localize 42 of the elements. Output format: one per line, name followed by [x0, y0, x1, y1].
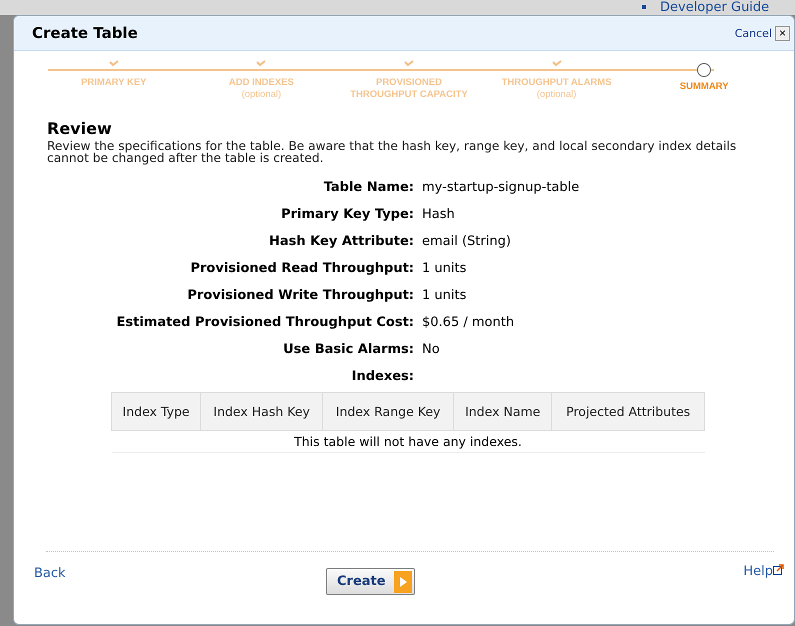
- step-note: (optional): [242, 89, 282, 100]
- column-header: Index Range Key: [322, 392, 454, 430]
- check-icon: [108, 60, 119, 66]
- field-label: Estimated Provisioned Throughput Cost:: [115, 315, 415, 330]
- field-label: Use Basic Alarms:: [282, 342, 415, 357]
- step-label: PROVISIONED THROUGHPUT CAPACITY: [349, 77, 469, 101]
- field-label: Primary Key Type:: [280, 207, 415, 222]
- column-header: Projected Attributes: [552, 392, 704, 430]
- field-value: my-startup-signup-table: [422, 180, 580, 195]
- column-header: Index Type: [112, 392, 201, 430]
- column-header: Index Name: [454, 392, 552, 430]
- step-note: (optional): [536, 89, 576, 100]
- step-label: THROUGHPUT ALARMS: [502, 77, 612, 89]
- create-button[interactable]: Create: [326, 568, 415, 595]
- field-label: Provisioned Read Throughput:: [189, 261, 415, 276]
- section-heading: Review: [47, 119, 113, 138]
- dialog-title: Create Table: [32, 24, 138, 42]
- external-link-icon: [773, 564, 784, 575]
- step-label: ADD INDEXES: [228, 77, 294, 89]
- field-value: 1 units: [422, 261, 466, 276]
- help-link[interactable]: Help: [743, 564, 773, 579]
- description: Review the specifications for the table. Be aware that the hash key, range key, and local secondary index details cannot be changed after the table is created.: [47, 140, 738, 164]
- field-value: No: [422, 342, 440, 357]
- check-icon: [404, 60, 414, 66]
- column-header: Index Hash Key: [200, 392, 323, 430]
- step-label: SUMMARY: [680, 81, 729, 93]
- close-button[interactable]: ×: [775, 26, 790, 40]
- field-label: Provisioned Write Throughput:: [186, 288, 415, 303]
- field-value: 1 units: [422, 288, 466, 303]
- cancel-link[interactable]: Cancel: [734, 26, 772, 40]
- back-link[interactable]: Back: [34, 566, 66, 581]
- check-icon: [552, 60, 562, 66]
- field-value: email (String): [422, 234, 511, 249]
- step-label: PRIMARY KEY: [81, 77, 147, 89]
- play-icon: [394, 570, 412, 592]
- field-value: Hash: [422, 207, 455, 222]
- field-label: Hash Key Attribute:: [268, 234, 415, 249]
- check-icon: [256, 60, 266, 66]
- field-label: Indexes:: [350, 369, 415, 384]
- field-label: Table Name:: [322, 180, 415, 195]
- empty-message: This table will not have any indexes.: [112, 430, 704, 452]
- field-value: $0.65 / month: [422, 315, 514, 330]
